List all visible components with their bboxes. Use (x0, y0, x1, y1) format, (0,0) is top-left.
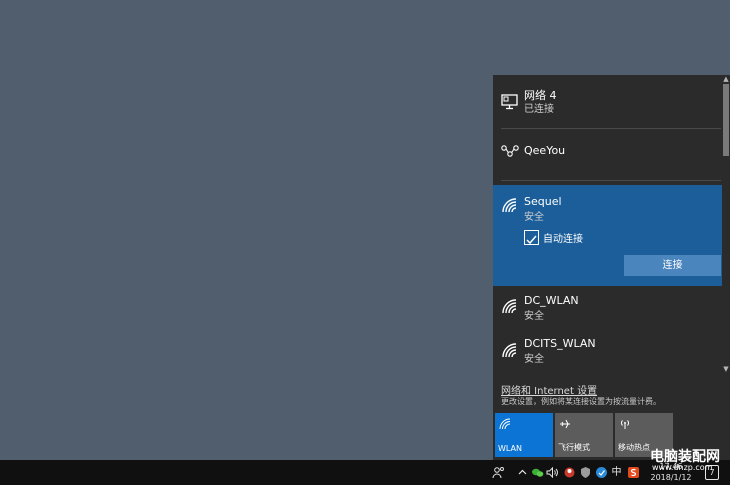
network-item-ethernet[interactable]: 网络 4 已连接 (493, 75, 722, 127)
tray-app-icon[interactable] (563, 466, 576, 479)
network-item-selected[interactable]: Sequel 安全 自动连接 连接 (493, 185, 722, 286)
airplane-mode-toggle[interactable]: 飞行模式 (555, 413, 613, 457)
tile-label: 飞行模式 (558, 443, 590, 452)
volume-icon[interactable] (546, 466, 559, 479)
vpn-icon (501, 145, 519, 157)
divider (501, 180, 721, 181)
network-item-dc-wlan[interactable]: DC_WLAN 安全 (493, 287, 722, 331)
taskbar: 中 17:46 2018/1/12 7 (0, 460, 730, 485)
scrollbar[interactable]: ▲ ▼ (722, 75, 730, 375)
wifi-icon (502, 198, 517, 213)
wifi-icon (502, 299, 517, 314)
ethernet-icon (501, 94, 518, 110)
scroll-thumb[interactable] (723, 84, 729, 156)
checkmark-icon (526, 235, 537, 245)
sogou-icon[interactable] (627, 466, 640, 479)
clock-date: 2018/1/12 (650, 473, 692, 482)
network-status: 安全 (524, 354, 544, 365)
wifi-icon (502, 343, 517, 358)
network-item-vpn[interactable]: QeeYou (493, 129, 722, 179)
network-status: 已连接 (524, 104, 554, 115)
scroll-down-icon[interactable]: ▼ (722, 365, 730, 373)
network-flyout: ▲ ▼ 网络 4 已连接 QeeYou Sequel 安全 自动连接 连接 DC… (493, 75, 730, 460)
network-name: Sequel (524, 195, 562, 208)
watermark-url: www.dnzp.com (652, 463, 713, 472)
tile-label: 移动热点 (618, 443, 650, 452)
wlan-toggle[interactable]: WLAN (495, 413, 553, 457)
scroll-up-icon[interactable]: ▲ (722, 75, 730, 83)
airplane-icon (560, 419, 570, 429)
network-name: QeeYou (524, 144, 566, 157)
network-settings-description: 更改设置，例如将某连接设置为按流量计费。 (501, 397, 661, 406)
wechat-icon[interactable] (531, 466, 544, 479)
connect-button[interactable]: 连接 (624, 255, 721, 276)
desktop: { "networks": [ {"name": "网络 4", "status… (0, 0, 730, 485)
tile-label: WLAN (498, 444, 523, 453)
network-status: 安全 (524, 311, 544, 322)
people-icon[interactable] (492, 466, 505, 479)
auto-connect-checkbox[interactable] (524, 230, 539, 245)
network-tray-icon[interactable] (595, 466, 608, 479)
network-name: DCITS_WLAN (524, 337, 596, 350)
chevron-up-icon[interactable] (516, 466, 529, 479)
wifi-icon (499, 418, 511, 430)
network-item-dcits-wlan[interactable]: DCITS_WLAN 安全 (493, 331, 722, 375)
network-settings-link[interactable]: 网络和 Internet 设置 (501, 382, 597, 397)
network-name: DC_WLAN (524, 294, 579, 307)
auto-connect-label: 自动连接 (543, 234, 583, 245)
network-status: 安全 (524, 212, 544, 223)
shield-icon[interactable] (579, 466, 592, 479)
hotspot-icon (620, 420, 630, 429)
input-method-indicator[interactable]: 中 (610, 466, 623, 479)
